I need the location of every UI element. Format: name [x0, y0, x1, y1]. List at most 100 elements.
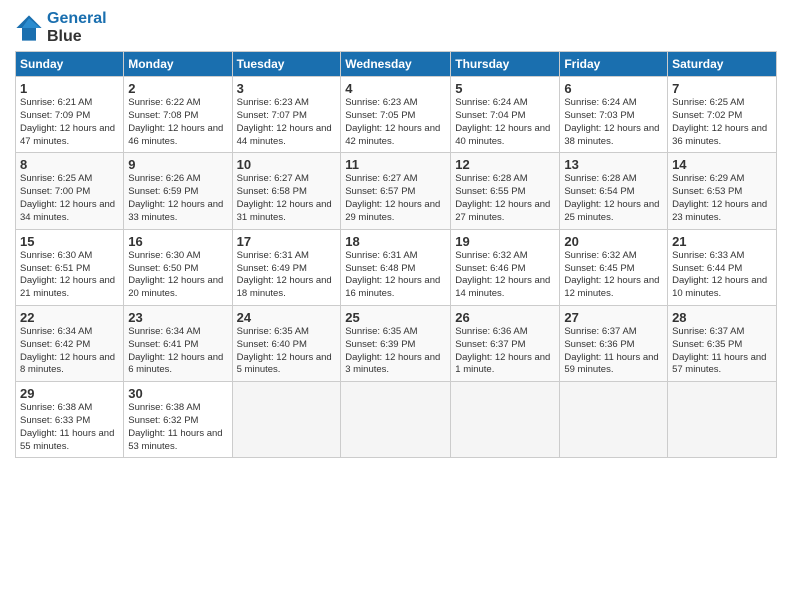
- day-number: 2: [128, 81, 227, 96]
- day-info: Sunrise: 6:30 AMSunset: 6:51 PMDaylight:…: [20, 250, 119, 301]
- calendar-week-row: 15Sunrise: 6:30 AMSunset: 6:51 PMDayligh…: [16, 229, 777, 305]
- day-info: Sunrise: 6:30 AMSunset: 6:50 PMDaylight:…: [128, 250, 227, 301]
- calendar-cell: 4Sunrise: 6:23 AMSunset: 7:05 PMDaylight…: [341, 77, 451, 153]
- day-info: Sunrise: 6:27 AMSunset: 6:58 PMDaylight:…: [237, 173, 337, 224]
- calendar-cell: 27Sunrise: 6:37 AMSunset: 6:36 PMDayligh…: [560, 305, 668, 381]
- day-info: Sunrise: 6:28 AMSunset: 6:54 PMDaylight:…: [564, 173, 663, 224]
- calendar-cell: [341, 382, 451, 458]
- day-number: 29: [20, 386, 119, 401]
- day-info: Sunrise: 6:22 AMSunset: 7:08 PMDaylight:…: [128, 97, 227, 148]
- day-info: Sunrise: 6:23 AMSunset: 7:05 PMDaylight:…: [345, 97, 446, 148]
- day-number: 13: [564, 157, 663, 172]
- day-of-week-header: Saturday: [668, 52, 777, 77]
- calendar-table: SundayMondayTuesdayWednesdayThursdayFrid…: [15, 51, 777, 458]
- day-number: 23: [128, 310, 227, 325]
- calendar-cell: 19Sunrise: 6:32 AMSunset: 6:46 PMDayligh…: [451, 229, 560, 305]
- day-info: Sunrise: 6:33 AMSunset: 6:44 PMDaylight:…: [672, 250, 772, 301]
- calendar-week-row: 1Sunrise: 6:21 AMSunset: 7:09 PMDaylight…: [16, 77, 777, 153]
- calendar-cell: 22Sunrise: 6:34 AMSunset: 6:42 PMDayligh…: [16, 305, 124, 381]
- calendar-cell: 11Sunrise: 6:27 AMSunset: 6:57 PMDayligh…: [341, 153, 451, 229]
- day-info: Sunrise: 6:32 AMSunset: 6:46 PMDaylight:…: [455, 250, 555, 301]
- day-number: 28: [672, 310, 772, 325]
- calendar-cell: 16Sunrise: 6:30 AMSunset: 6:50 PMDayligh…: [124, 229, 232, 305]
- day-number: 22: [20, 310, 119, 325]
- day-of-week-header: Thursday: [451, 52, 560, 77]
- day-info: Sunrise: 6:37 AMSunset: 6:35 PMDaylight:…: [672, 326, 772, 377]
- calendar-cell: 25Sunrise: 6:35 AMSunset: 6:39 PMDayligh…: [341, 305, 451, 381]
- day-number: 3: [237, 81, 337, 96]
- calendar-week-row: 8Sunrise: 6:25 AMSunset: 7:00 PMDaylight…: [16, 153, 777, 229]
- calendar-cell: 14Sunrise: 6:29 AMSunset: 6:53 PMDayligh…: [668, 153, 777, 229]
- day-number: 10: [237, 157, 337, 172]
- day-info: Sunrise: 6:38 AMSunset: 6:33 PMDaylight:…: [20, 402, 119, 453]
- day-number: 17: [237, 234, 337, 249]
- day-number: 12: [455, 157, 555, 172]
- day-number: 18: [345, 234, 446, 249]
- day-number: 6: [564, 81, 663, 96]
- day-info: Sunrise: 6:25 AMSunset: 7:02 PMDaylight:…: [672, 97, 772, 148]
- day-number: 20: [564, 234, 663, 249]
- calendar-cell: 13Sunrise: 6:28 AMSunset: 6:54 PMDayligh…: [560, 153, 668, 229]
- logo: General Blue: [15, 10, 107, 45]
- calendar-cell: 12Sunrise: 6:28 AMSunset: 6:55 PMDayligh…: [451, 153, 560, 229]
- calendar-cell: 23Sunrise: 6:34 AMSunset: 6:41 PMDayligh…: [124, 305, 232, 381]
- calendar-cell: 30Sunrise: 6:38 AMSunset: 6:32 PMDayligh…: [124, 382, 232, 458]
- calendar-cell: 28Sunrise: 6:37 AMSunset: 6:35 PMDayligh…: [668, 305, 777, 381]
- calendar-cell: 1Sunrise: 6:21 AMSunset: 7:09 PMDaylight…: [16, 77, 124, 153]
- day-number: 4: [345, 81, 446, 96]
- day-number: 16: [128, 234, 227, 249]
- calendar-cell: [668, 382, 777, 458]
- day-number: 1: [20, 81, 119, 96]
- day-of-week-header: Sunday: [16, 52, 124, 77]
- day-number: 30: [128, 386, 227, 401]
- day-info: Sunrise: 6:35 AMSunset: 6:40 PMDaylight:…: [237, 326, 337, 377]
- day-info: Sunrise: 6:34 AMSunset: 6:42 PMDaylight:…: [20, 326, 119, 377]
- calendar-cell: 20Sunrise: 6:32 AMSunset: 6:45 PMDayligh…: [560, 229, 668, 305]
- day-number: 8: [20, 157, 119, 172]
- day-of-week-header: Monday: [124, 52, 232, 77]
- day-number: 11: [345, 157, 446, 172]
- calendar-cell: 3Sunrise: 6:23 AMSunset: 7:07 PMDaylight…: [232, 77, 341, 153]
- calendar-cell: 21Sunrise: 6:33 AMSunset: 6:44 PMDayligh…: [668, 229, 777, 305]
- header: General Blue: [15, 10, 777, 45]
- calendar-cell: 26Sunrise: 6:36 AMSunset: 6:37 PMDayligh…: [451, 305, 560, 381]
- day-info: Sunrise: 6:29 AMSunset: 6:53 PMDaylight:…: [672, 173, 772, 224]
- day-number: 15: [20, 234, 119, 249]
- day-info: Sunrise: 6:24 AMSunset: 7:03 PMDaylight:…: [564, 97, 663, 148]
- day-info: Sunrise: 6:36 AMSunset: 6:37 PMDaylight:…: [455, 326, 555, 377]
- calendar-cell: 7Sunrise: 6:25 AMSunset: 7:02 PMDaylight…: [668, 77, 777, 153]
- day-info: Sunrise: 6:35 AMSunset: 6:39 PMDaylight:…: [345, 326, 446, 377]
- calendar-cell: [560, 382, 668, 458]
- calendar-cell: [451, 382, 560, 458]
- calendar-cell: 15Sunrise: 6:30 AMSunset: 6:51 PMDayligh…: [16, 229, 124, 305]
- calendar-week-row: 22Sunrise: 6:34 AMSunset: 6:42 PMDayligh…: [16, 305, 777, 381]
- day-number: 24: [237, 310, 337, 325]
- calendar-cell: 6Sunrise: 6:24 AMSunset: 7:03 PMDaylight…: [560, 77, 668, 153]
- calendar-cell: 24Sunrise: 6:35 AMSunset: 6:40 PMDayligh…: [232, 305, 341, 381]
- logo-icon: [15, 14, 43, 42]
- calendar-cell: 18Sunrise: 6:31 AMSunset: 6:48 PMDayligh…: [341, 229, 451, 305]
- day-info: Sunrise: 6:28 AMSunset: 6:55 PMDaylight:…: [455, 173, 555, 224]
- calendar-cell: 2Sunrise: 6:22 AMSunset: 7:08 PMDaylight…: [124, 77, 232, 153]
- day-of-week-header: Wednesday: [341, 52, 451, 77]
- day-number: 19: [455, 234, 555, 249]
- day-info: Sunrise: 6:32 AMSunset: 6:45 PMDaylight:…: [564, 250, 663, 301]
- day-info: Sunrise: 6:34 AMSunset: 6:41 PMDaylight:…: [128, 326, 227, 377]
- calendar-cell: 9Sunrise: 6:26 AMSunset: 6:59 PMDaylight…: [124, 153, 232, 229]
- calendar-cell: [232, 382, 341, 458]
- day-info: Sunrise: 6:31 AMSunset: 6:48 PMDaylight:…: [345, 250, 446, 301]
- calendar-cell: 10Sunrise: 6:27 AMSunset: 6:58 PMDayligh…: [232, 153, 341, 229]
- day-number: 25: [345, 310, 446, 325]
- day-of-week-header: Friday: [560, 52, 668, 77]
- day-number: 7: [672, 81, 772, 96]
- day-number: 26: [455, 310, 555, 325]
- day-info: Sunrise: 6:24 AMSunset: 7:04 PMDaylight:…: [455, 97, 555, 148]
- day-number: 21: [672, 234, 772, 249]
- day-number: 27: [564, 310, 663, 325]
- day-info: Sunrise: 6:23 AMSunset: 7:07 PMDaylight:…: [237, 97, 337, 148]
- day-info: Sunrise: 6:21 AMSunset: 7:09 PMDaylight:…: [20, 97, 119, 148]
- day-info: Sunrise: 6:37 AMSunset: 6:36 PMDaylight:…: [564, 326, 663, 377]
- calendar-cell: 8Sunrise: 6:25 AMSunset: 7:00 PMDaylight…: [16, 153, 124, 229]
- logo-text: General Blue: [47, 10, 107, 45]
- day-info: Sunrise: 6:31 AMSunset: 6:49 PMDaylight:…: [237, 250, 337, 301]
